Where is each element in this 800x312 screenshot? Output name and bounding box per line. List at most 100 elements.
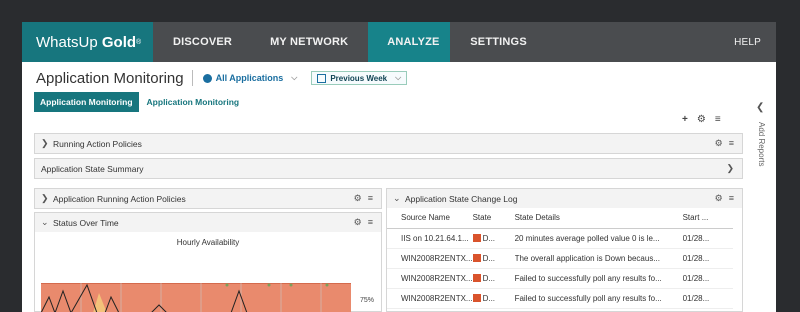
table-row[interactable]: IIS on 10.21.64.1... D... 20 minutes ave… — [387, 228, 733, 249]
title-divider — [191, 70, 193, 86]
menu-icon[interactable]: ≡ — [729, 193, 734, 204]
date-range-selector[interactable]: Previous Week ⌵ — [311, 71, 408, 85]
nav-help[interactable]: HELP — [734, 22, 776, 62]
panel-header[interactable]: Application State Summary ❯ — [35, 159, 742, 178]
panel-application-running-action-policies: ❯ Application Running Action Policies ⚙ … — [34, 188, 382, 209]
chevron-right-icon: ❯ — [41, 193, 49, 203]
chevron-right-icon: ❯ — [41, 138, 49, 148]
app-window: WhatsUp Gold ® DISCOVER MY NETWORK ANALYZ… — [22, 22, 776, 312]
column-header-source-name[interactable]: Source Name — [387, 208, 473, 229]
panel-title: Application State Summary — [41, 163, 144, 174]
chevron-down-icon: ⌄ — [41, 217, 49, 227]
menu-icon[interactable]: ≡ — [368, 193, 373, 204]
cell-source: IIS on 10.21.64.1... — [387, 228, 473, 249]
cell-details: Failed to successfully poll any results … — [514, 288, 683, 309]
chevron-down-icon: ⌵ — [395, 73, 402, 82]
add-reports-drawer[interactable]: ❮ Add Reports — [750, 102, 772, 202]
table-row[interactable]: WIN2008R2ENTX... D... Failed to successf… — [387, 288, 733, 309]
panel-title: Status Over Time — [53, 217, 119, 228]
chart-marker — [267, 283, 271, 287]
add-icon[interactable]: + — [682, 114, 688, 125]
chart-title: Hourly Availability — [176, 238, 240, 247]
y-tick-label: 75% — [360, 297, 375, 304]
chevron-down-icon: ⌄ — [393, 193, 401, 203]
down-status-icon — [472, 253, 481, 262]
cell-state: D... — [472, 248, 515, 269]
column-header-state-details[interactable]: State Details — [514, 208, 683, 229]
menu-icon[interactable]: ≡ — [715, 114, 721, 125]
panel-application-state-change-log: ⌄ Application State Change Log ⚙ ≡ Sourc… — [386, 188, 743, 312]
gear-icon[interactable]: ⚙ — [354, 193, 362, 204]
panel-running-action-policies: ❯ Running Action Policies ⚙ ≡ — [34, 133, 743, 154]
gear-icon[interactable]: ⚙ — [715, 193, 723, 204]
cell-start: 01/28... — [682, 248, 733, 269]
panel-actions: ⚙ ≡ — [354, 217, 381, 228]
panel-status-over-time: ⌄ Status Over Time ⚙ ≡ Hourly Availabili… — [34, 212, 382, 312]
cell-state: D... — [472, 228, 515, 249]
cell-state-text: D... — [482, 273, 496, 283]
chevron-right-icon[interactable]: ❯ — [726, 163, 734, 174]
table-row[interactable]: WIN2008R2ENTX... D... The overall applic… — [387, 248, 733, 269]
report-toolbar: + ⚙ ≡ — [682, 114, 721, 125]
panel-title: Application State Change Log — [405, 193, 518, 204]
menu-icon[interactable]: ≡ — [368, 217, 373, 228]
column-header-state[interactable]: State — [472, 208, 515, 229]
cell-details: 20 minutes average polled value 0 is le.… — [514, 228, 683, 249]
panel-actions: ⚙ ≡ — [715, 138, 742, 149]
title-row: Application Monitoring All Applications … — [36, 68, 408, 88]
report-tabs: Application Monitoring Application Monit… — [34, 92, 245, 112]
panel-title: Running Action Policies — [53, 138, 142, 149]
cell-start: 01/28... — [682, 228, 733, 249]
date-range-label: Previous Week — [330, 73, 388, 83]
application-filter[interactable]: All Applications ⌵ — [202, 73, 298, 83]
panel-header[interactable]: ⌄ Application State Change Log ⚙ ≡ — [387, 189, 742, 208]
cell-source: WIN2008R2ENTX... — [387, 248, 473, 269]
cell-source: WIN2008R2ENTX... — [387, 268, 473, 289]
nav-discover[interactable]: DISCOVER — [153, 22, 252, 62]
down-status-icon — [472, 233, 481, 242]
app-logo[interactable]: WhatsUp Gold ® — [22, 22, 153, 62]
panel-actions: ⚙ ≡ — [354, 193, 381, 204]
gear-icon[interactable]: ⚙ — [354, 217, 362, 228]
table-row[interactable]: WIN2008R2ENTX... D... Failed to successf… — [387, 268, 733, 289]
calendar-icon — [317, 73, 327, 83]
chart-gridline — [41, 283, 351, 284]
cell-state-text: D... — [482, 233, 496, 243]
panel-title: Application Running Action Policies — [53, 193, 186, 204]
gear-icon[interactable]: ⚙ — [697, 114, 706, 125]
chart-marker — [325, 283, 329, 287]
page-title: Application Monitoring — [36, 69, 184, 87]
logo-text-bold: Gold — [101, 33, 137, 51]
globe-icon — [202, 73, 212, 83]
chevron-left-icon: ❮ — [756, 102, 765, 113]
add-reports-label: Add Reports — [757, 122, 766, 167]
gear-icon[interactable]: ⚙ — [715, 138, 723, 149]
logo-text: WhatsUp — [36, 33, 98, 51]
top-nav: WhatsUp Gold ® DISCOVER MY NETWORK ANALYZ… — [22, 22, 776, 62]
availability-chart — [41, 283, 351, 312]
column-header-start[interactable]: Start ... — [682, 208, 733, 229]
cell-source: WIN2008R2ENTX... — [387, 288, 473, 309]
panel-header[interactable]: ❯ Application Running Action Policies ⚙ … — [35, 189, 381, 208]
tab-application-monitoring-active[interactable]: Application Monitoring — [34, 92, 139, 112]
cell-start: 01/28... — [682, 268, 733, 289]
panel-header[interactable]: ❯ Running Action Policies ⚙ ≡ — [35, 134, 742, 153]
cell-details: The overall application is Down becaus..… — [514, 248, 683, 269]
chevron-down-icon: ⌵ — [291, 73, 298, 82]
cell-state-text: D... — [482, 293, 496, 303]
nav-my-network[interactable]: MY NETWORK — [252, 22, 368, 62]
logo-mark: ® — [136, 38, 142, 46]
panel-header[interactable]: ⌄ Status Over Time ⚙ ≡ — [35, 213, 381, 232]
chart-marker — [289, 283, 293, 287]
cell-state-text: D... — [482, 253, 496, 263]
menu-icon[interactable]: ≡ — [729, 138, 734, 149]
panel-actions: ❯ — [726, 163, 742, 174]
panel-application-state-summary: Application State Summary ❯ — [34, 158, 743, 179]
down-status-icon — [472, 293, 481, 302]
nav-analyze[interactable]: ANALYZE — [368, 22, 451, 62]
cell-state: D... — [472, 288, 515, 309]
tab-application-monitoring[interactable]: Application Monitoring — [141, 92, 246, 112]
panel-actions: ⚙ ≡ — [715, 193, 742, 204]
down-status-icon — [472, 273, 481, 282]
nav-settings[interactable]: SETTINGS — [450, 22, 527, 62]
